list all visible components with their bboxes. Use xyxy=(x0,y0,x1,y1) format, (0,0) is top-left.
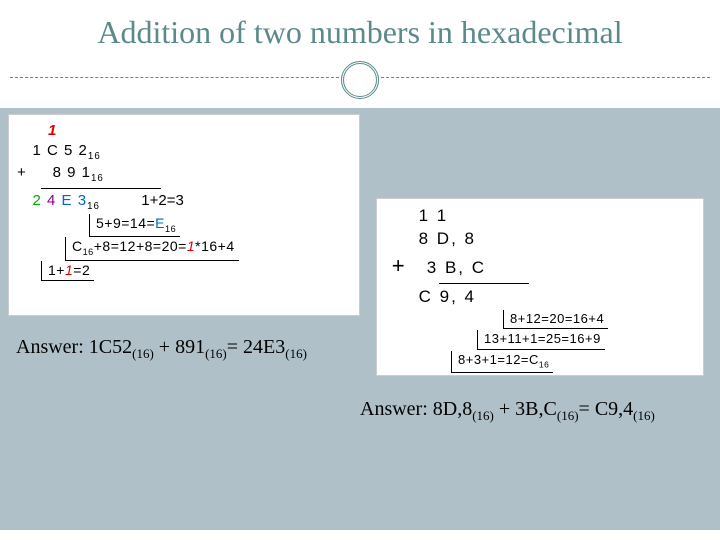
step-2: 5+9=14=E16 xyxy=(89,214,351,238)
example-1: 1 1 C 5 216 + 8 9 116 2 4 E 316 1+2=3 5+… xyxy=(8,114,360,316)
step-1: 1+2=3 xyxy=(141,192,184,209)
step2-1: 8+12=20=16+4 xyxy=(503,309,695,330)
divider xyxy=(0,59,720,99)
step2-2: 13+11+1=25=16+9 xyxy=(477,329,695,350)
result-row-2: C 9, 4 xyxy=(385,286,695,309)
step2-3: 8+3+1=12=C16 xyxy=(451,350,695,373)
step-4: 1+1=2 xyxy=(41,261,351,281)
slide-title: Addition of two numbers in hexadecimal xyxy=(0,0,720,59)
answer-2: Answer: 8D,8(16) + 3B,C(16)= C9,4(16) xyxy=(360,398,655,424)
operand2-2: + 3 B, C xyxy=(385,251,695,281)
operand-2: + 8 9 116 xyxy=(17,163,351,186)
step-3: C16+8=12+8=20=1*16+4 xyxy=(65,237,351,261)
content-area: 1 1 C 5 216 + 8 9 116 2 4 E 316 1+2=3 5+… xyxy=(0,108,720,530)
result-row: 2 4 E 316 1+2=3 xyxy=(17,191,351,214)
rule-line-2 xyxy=(439,283,529,284)
operand2-1: 8 D, 8 xyxy=(385,228,695,251)
rule-line xyxy=(41,188,161,189)
carry-row: 1 xyxy=(17,121,351,141)
slide: Addition of two numbers in hexadecimal 1… xyxy=(0,0,720,540)
carry-row-2: 1 1 xyxy=(385,205,695,228)
operand-1: 1 C 5 216 xyxy=(17,141,351,164)
answer-1: Answer: 1C52(16) + 891(16)= 24E3(16) xyxy=(16,336,307,362)
example-2: 1 1 8 D, 8 + 3 B, C C 9, 4 8+12=20=16+4 … xyxy=(376,198,704,376)
divider-circle-icon xyxy=(341,61,379,99)
